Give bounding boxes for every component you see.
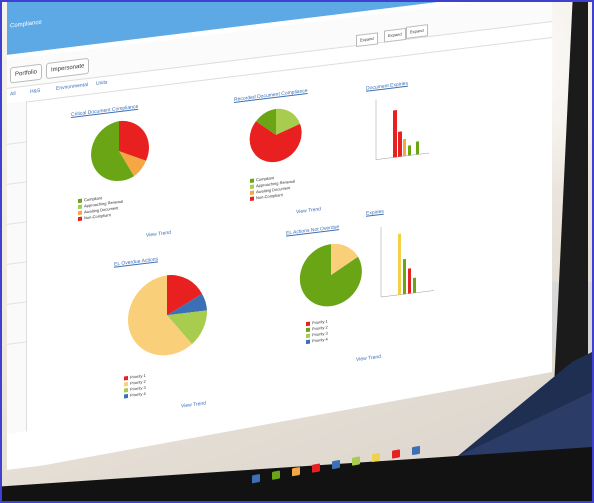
photo-frame: Compliance Portfolio Impersonate Expand … [0, 0, 594, 503]
legend-swatch [250, 184, 254, 189]
legend-swatch [124, 393, 128, 399]
legend-swatch [306, 333, 310, 339]
app-title: Compliance [10, 19, 42, 30]
critical-legend: Compliant Approaching Renewal Awaiting D… [78, 193, 123, 223]
legend-swatch [250, 178, 254, 183]
critical-view-trend-link[interactable]: View Trend [146, 230, 171, 239]
legend-swatch [78, 216, 82, 222]
sidebar-divider [7, 261, 26, 265]
bar [403, 138, 406, 157]
taskbar-app-icon[interactable] [252, 473, 260, 484]
overdue-legend: Priority 1 Priority 2 Priority 3 Priorit… [124, 373, 146, 400]
bar [413, 277, 416, 294]
taskbar-app-icon[interactable] [312, 463, 320, 473]
sidebar-divider [7, 301, 26, 305]
legend-swatch [78, 210, 82, 216]
right-bottom-bar-chart [380, 226, 434, 298]
chart-title-recorded[interactable]: Recorded Document Compliance [234, 88, 308, 103]
laptop-screen: Compliance Portfolio Impersonate Expand … [7, 2, 552, 472]
dashboard-app: Compliance Portfolio Impersonate Expand … [7, 2, 552, 470]
legend-swatch [250, 190, 254, 195]
legend-swatch [250, 196, 254, 201]
legend-label: Priority 4 [312, 336, 328, 344]
legend-swatch [78, 198, 82, 204]
x-axis [376, 152, 429, 160]
legend-swatch [124, 387, 128, 393]
legend-swatch [306, 327, 310, 333]
taskbar-app-icon[interactable] [332, 459, 340, 470]
recorded-view-trend-link[interactable]: View Trend [296, 206, 321, 215]
tab-hs[interactable]: H&S [30, 88, 40, 95]
recorded-pie [249, 108, 302, 163]
critical-pie [91, 120, 149, 182]
taskbar-app-icon[interactable] [292, 466, 300, 477]
tab-all[interactable]: All [10, 91, 16, 98]
recorded-legend: Compliant Approaching Renewal Awaiting D… [250, 172, 295, 202]
legend-swatch [306, 339, 310, 345]
sidebar [7, 101, 27, 435]
legend-item: Priority 4 [306, 336, 328, 345]
bar [393, 109, 397, 158]
right-top-title[interactable]: Document Expiries [366, 81, 408, 92]
bar [403, 258, 406, 295]
taskbar-app-icon[interactable] [412, 445, 420, 456]
not-overdue-view-trend-link[interactable]: View Trend [356, 354, 381, 363]
tab-units[interactable]: Units [96, 80, 107, 87]
x-axis [381, 290, 434, 298]
chart-title-overdue[interactable]: EL Overdue Actions [114, 256, 158, 267]
sidebar-divider [7, 181, 26, 185]
taskbar-app-icon[interactable] [392, 449, 400, 459]
sidebar-divider [7, 341, 26, 345]
taskbar-app-icon[interactable] [272, 470, 280, 480]
sidebar-divider [7, 221, 26, 225]
bar [416, 141, 419, 155]
bar [398, 233, 401, 295]
legend-swatch [124, 381, 128, 387]
right-top-bar-chart [375, 99, 429, 160]
expand-button-3[interactable]: Expand [406, 24, 428, 39]
portfolio-button[interactable]: Portfolio [10, 63, 43, 84]
taskbar-app-icon[interactable] [372, 452, 380, 463]
overdue-view-trend-link[interactable]: View Trend [181, 400, 206, 409]
bar [408, 145, 411, 156]
legend-swatch [306, 321, 310, 327]
overdue-pie [128, 275, 208, 356]
bar [408, 268, 411, 294]
legend-label: Priority 4 [130, 390, 146, 398]
not-overdue-legend: Priority 1 Priority 2 Priority 3 Priorit… [306, 318, 328, 345]
chart-title-not-overdue[interactable]: EL Actions Not Overdue [286, 224, 339, 237]
right-bottom-title[interactable]: Expiries [366, 209, 384, 217]
sidebar-divider [7, 141, 26, 145]
impersonate-label: Impersonate [51, 63, 85, 74]
not-overdue-pie [299, 243, 362, 307]
legend-swatch [124, 375, 128, 381]
laptop: Compliance Portfolio Impersonate Expand … [2, 2, 592, 501]
legend-swatch [78, 204, 82, 210]
impersonate-button[interactable]: Impersonate [46, 57, 90, 80]
tab-environmental[interactable]: Environmental [56, 82, 88, 92]
taskbar-app-icon[interactable] [352, 456, 360, 466]
bar [398, 131, 402, 157]
legend-item: Priority 4 [124, 391, 146, 400]
